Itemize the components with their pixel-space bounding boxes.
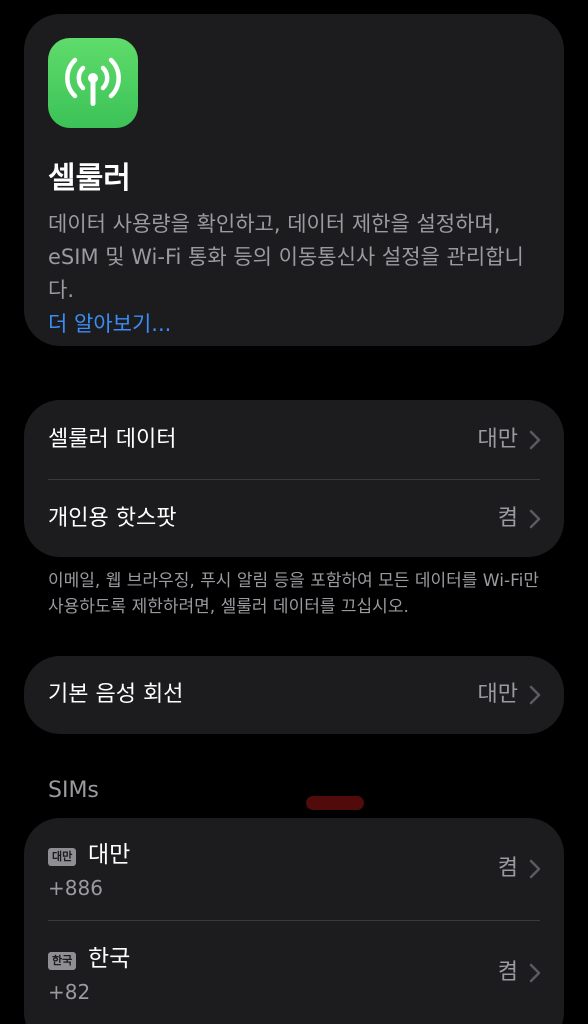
sim-number: +886 (48, 876, 103, 900)
chevron-right-icon (529, 963, 541, 983)
row-label: 개인용 핫스팟 (48, 506, 177, 531)
sim-status: 켬 (497, 856, 518, 881)
sim-number: +82 (48, 980, 91, 1004)
cellular-antenna-icon (48, 38, 138, 128)
sim-name: 대만 (88, 842, 131, 868)
row-value: 켬 (497, 506, 518, 531)
separator (48, 920, 540, 921)
chevron-right-icon (529, 859, 541, 879)
sim-row-korea[interactable]: 한국 한국 +82 켬 (24, 922, 564, 1024)
sim-badge: 대만 (48, 848, 77, 866)
sim-row-taiwan[interactable]: 대만 대만 +886 켬 (24, 818, 564, 922)
learn-more-link[interactable]: 더 알아보기... (48, 309, 171, 339)
page-description: 데이터 사용량을 확인하고, 데이터 제한을 설정하며, eSIM 및 Wi-F… (48, 212, 524, 302)
sim-status: 켬 (497, 960, 518, 985)
cellular-settings-page: 셀룰러 데이터 사용량을 확인하고, 데이터 제한을 설정하며, eSIM 및 … (0, 0, 588, 1024)
personal-hotspot-row[interactable]: 개인용 핫스팟 켬 (24, 479, 564, 559)
voice-line-group: 기본 음성 회선 대만 (24, 656, 564, 734)
cellular-info-card: 셀룰러 데이터 사용량을 확인하고, 데이터 제한을 설정하며, eSIM 및 … (24, 14, 564, 346)
row-label: 기본 음성 회선 (48, 682, 184, 707)
page-title: 셀룰러 (48, 161, 131, 196)
default-voice-line-row[interactable]: 기본 음성 회선 대만 (24, 656, 564, 734)
sims-group: 대만 대만 +886 켬 한국 한국 +82 켬 (24, 818, 564, 1024)
cellular-options-group: 셀룰러 데이터 대만 개인용 핫스팟 켬 (24, 400, 564, 557)
chevron-right-icon (529, 509, 541, 529)
row-value: 대만 (477, 427, 518, 452)
sim-badge: 한국 (48, 952, 77, 970)
chevron-right-icon (529, 430, 541, 450)
sims-section-header: SIMs (48, 778, 99, 803)
row-label: 셀룰러 데이터 (48, 427, 177, 452)
chevron-right-icon (529, 685, 541, 705)
row-value: 대만 (477, 682, 518, 707)
cellular-data-footer-note: 이메일, 웹 브라우징, 푸시 알림 등을 포함하여 모든 데이터를 Wi-Fi… (48, 571, 539, 617)
cellular-data-row[interactable]: 셀룰러 데이터 대만 (24, 400, 564, 480)
sim-name: 한국 (88, 946, 131, 972)
recording-indicator (306, 796, 364, 810)
